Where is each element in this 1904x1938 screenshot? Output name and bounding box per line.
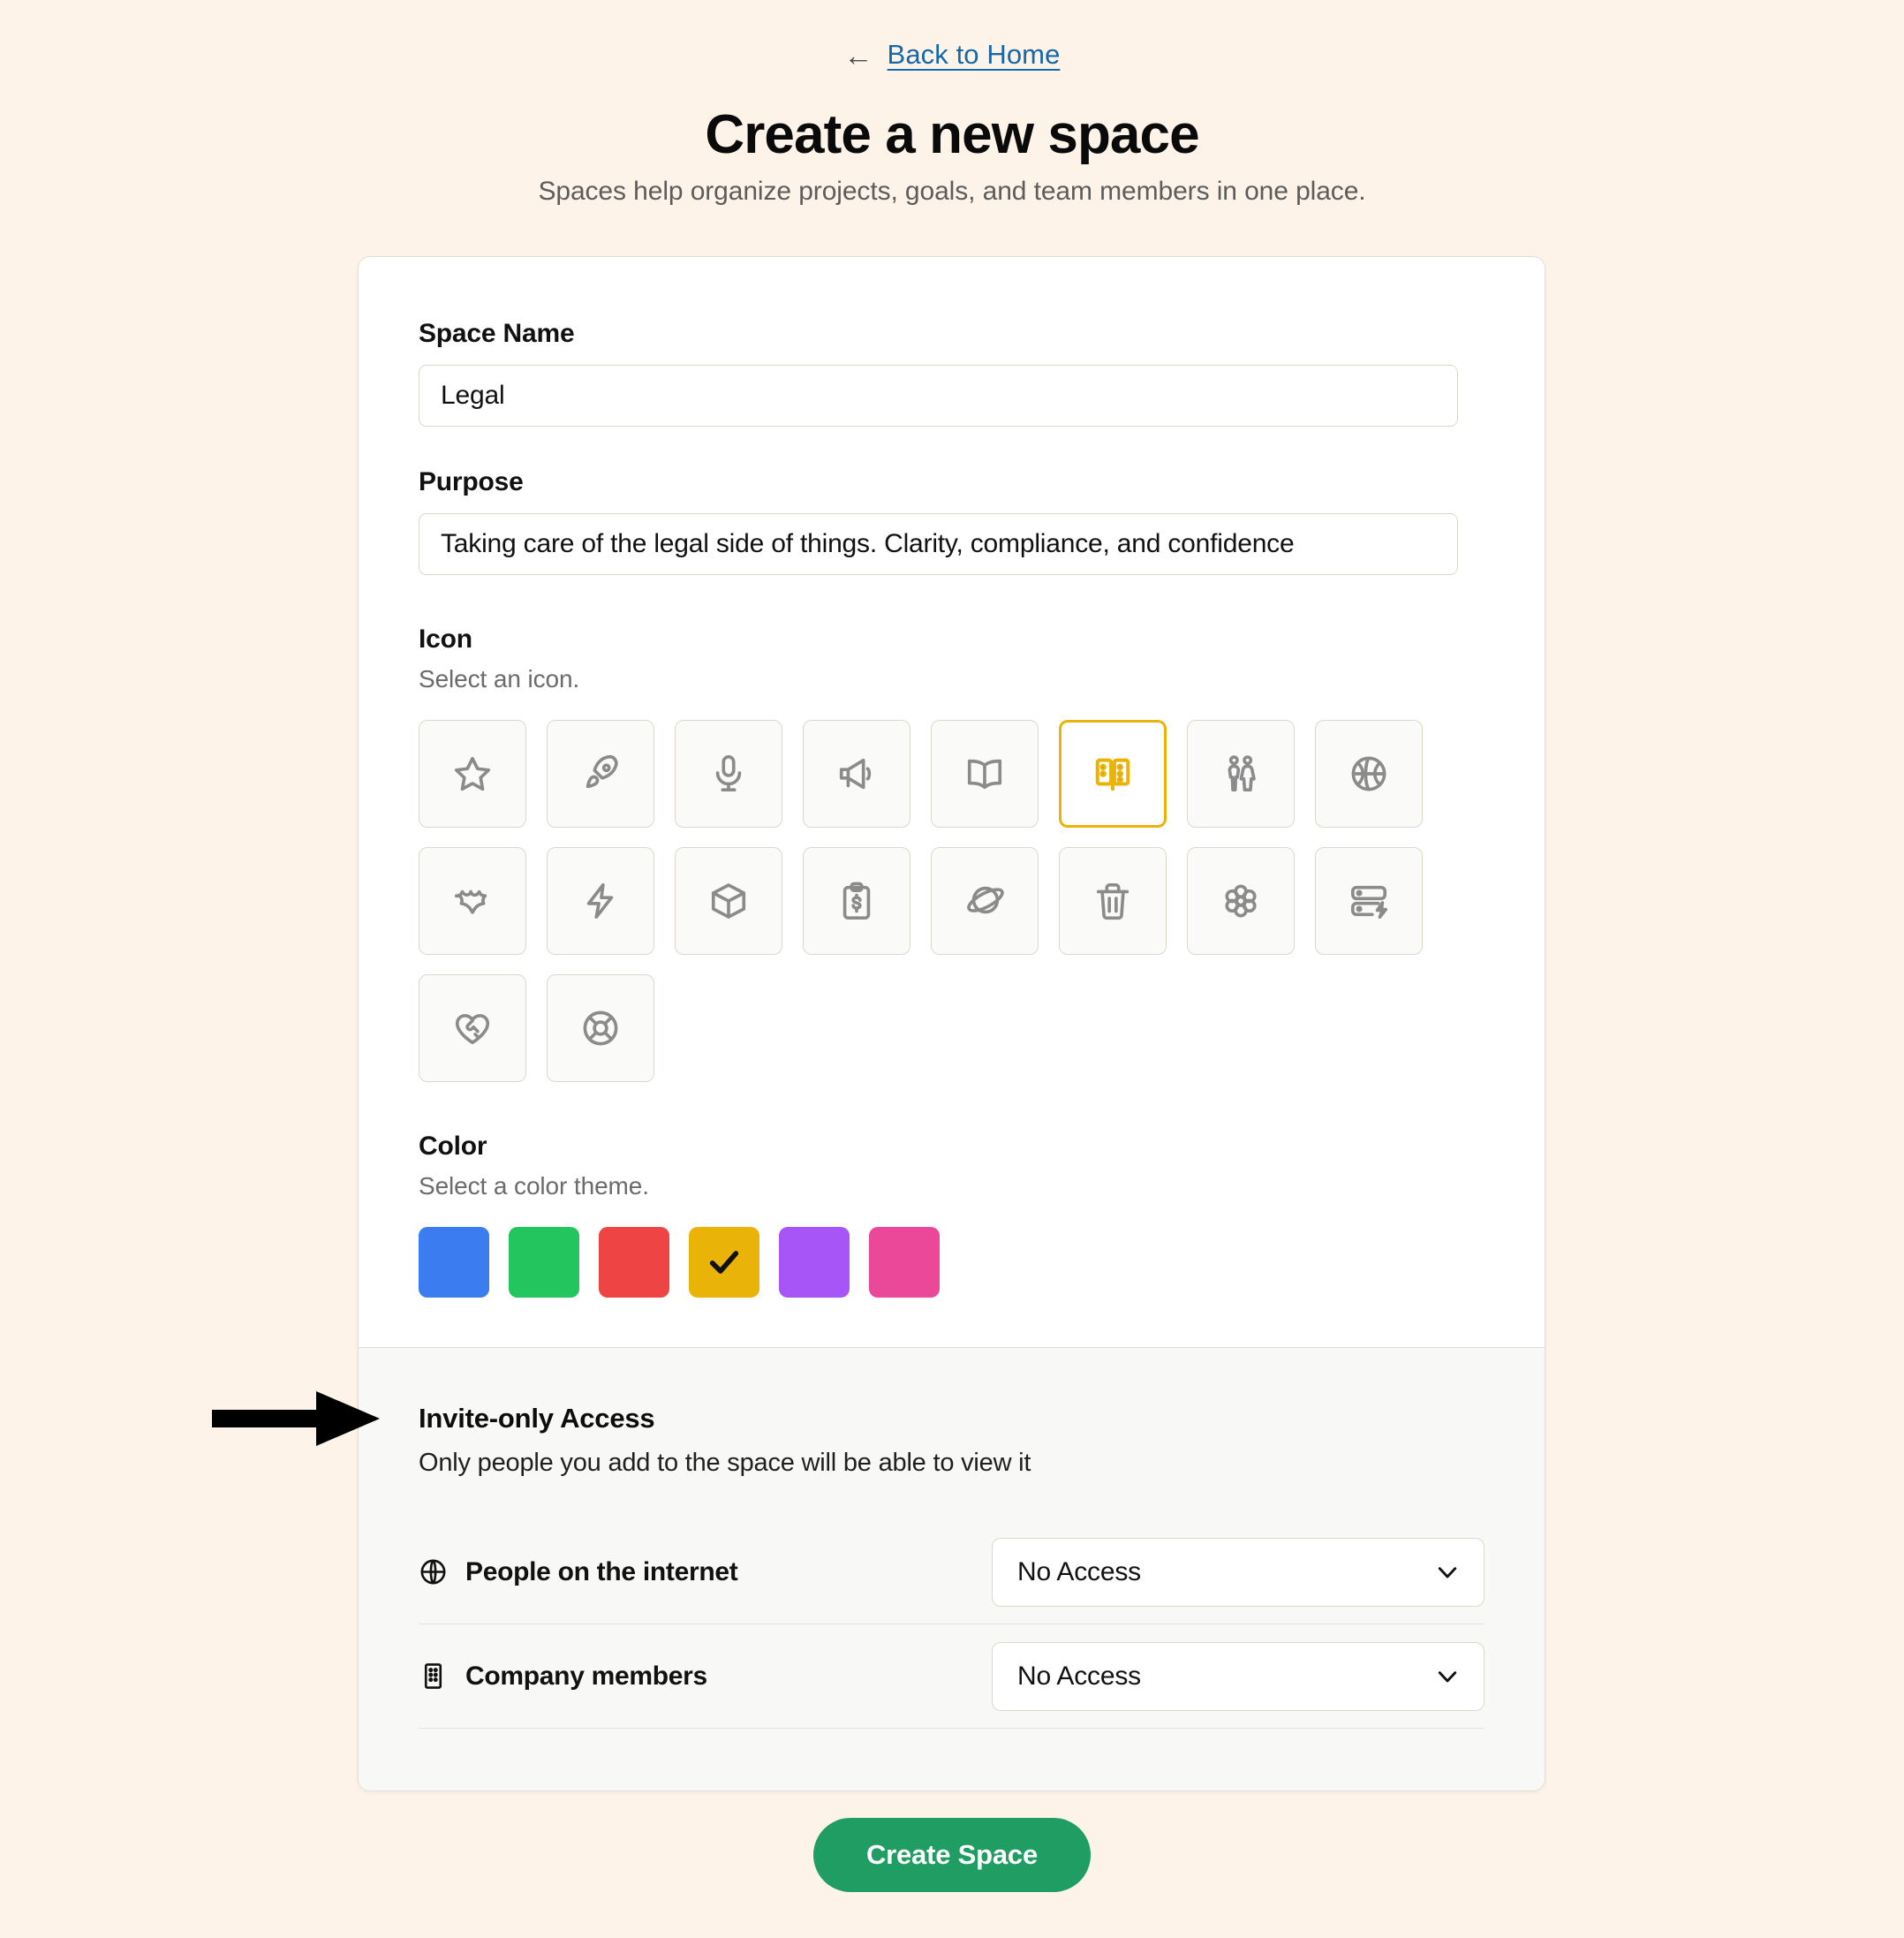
access-row-1: People on the internet No Access: [419, 1520, 1485, 1624]
cube-icon: [711, 883, 746, 919]
space-name-label: Space Name: [419, 319, 575, 348]
book-dashed-icon: [1095, 758, 1130, 791]
book-open-icon: [967, 759, 1002, 790]
color-section: Color Select a color theme.: [419, 1132, 1485, 1298]
color-swatch-red[interactable]: [599, 1227, 669, 1298]
purpose-label: Purpose: [419, 467, 524, 496]
lifebuoy-icon: [583, 1011, 618, 1046]
create-space-page: ← Back to Home Create a new space Spaces…: [0, 0, 1904, 1938]
icon-option-clipboard-dollar[interactable]: [803, 847, 910, 955]
access-rows: People on the internet No Access Company m…: [419, 1520, 1485, 1729]
access-row-2: Company members No Access: [419, 1624, 1485, 1729]
icon-option-restroom-people[interactable]: [1187, 720, 1295, 828]
create-space-card: Space Name Legal Purpose Taking care of …: [358, 256, 1545, 1791]
color-swatch-purple[interactable]: [779, 1227, 850, 1298]
access-level-select-2[interactable]: No Access: [992, 1641, 1485, 1711]
card-top-section: Space Name Legal Purpose Taking care of …: [359, 257, 1545, 1347]
icon-option-trash[interactable]: [1059, 847, 1167, 955]
space-name-input[interactable]: Legal: [419, 365, 1458, 427]
chevron-down-icon: [1438, 1670, 1457, 1682]
chevron-down-icon: [1438, 1566, 1457, 1578]
purpose-field-group: Purpose Taking care of the legal side of…: [419, 467, 1485, 575]
access-level-select-1[interactable]: No Access: [992, 1537, 1485, 1607]
icon-option-megaphone[interactable]: [803, 720, 910, 828]
icon-section-title: Icon: [419, 625, 472, 654]
page-title: Create a new space: [705, 104, 1199, 165]
building-icon: [424, 1663, 442, 1689]
trash-icon: [1096, 882, 1130, 920]
clipboard-dollar-icon: [842, 882, 871, 920]
flower-icon: [1225, 884, 1257, 918]
icon-option-basketball[interactable]: [1315, 720, 1423, 828]
icon-option-star[interactable]: [419, 720, 526, 828]
heart-handshake-icon: [455, 1013, 490, 1045]
pointer-arrow: [212, 1391, 380, 1446]
microphone-icon: [715, 755, 742, 792]
icon-section: Icon Select an icon.: [419, 625, 1485, 1082]
arrow-left-icon: ←: [843, 38, 873, 72]
access-row-label: People on the internet: [465, 1556, 738, 1586]
back-to-home-link[interactable]: ← Back to Home: [0, 39, 1904, 71]
icon-grid: [419, 720, 1485, 1082]
submit-row: Create Space: [0, 1818, 1904, 1892]
icon-option-lightning-bolt[interactable]: [547, 847, 654, 955]
icon-option-book-dashed[interactable]: [1059, 720, 1167, 828]
bat-icon: [454, 890, 487, 914]
color-section-title: Color: [419, 1132, 487, 1161]
color-swatch-green[interactable]: [509, 1227, 579, 1298]
create-space-button[interactable]: Create Space: [812, 1818, 1092, 1892]
icon-option-book-open[interactable]: [931, 720, 1039, 828]
icon-option-flower[interactable]: [1187, 847, 1295, 955]
star-icon: [454, 756, 491, 791]
back-to-home-label[interactable]: Back to Home: [888, 39, 1061, 71]
icon-section-description: Select an icon.: [419, 665, 580, 693]
lightning-bolt-icon: [586, 882, 614, 920]
color-swatch-blue[interactable]: [419, 1227, 489, 1298]
access-description: Only people you add to the space will be…: [419, 1449, 1031, 1477]
color-section-description: Select a color theme.: [419, 1172, 649, 1200]
access-row-label-group: Company members: [419, 1662, 992, 1692]
rocket-icon: [586, 754, 618, 789]
icon-option-heart-handshake[interactable]: [419, 974, 526, 1082]
icon-option-lifebuoy[interactable]: [547, 974, 654, 1082]
globe-icon: [420, 1559, 446, 1585]
purpose-input[interactable]: Taking care of the legal side of things.…: [419, 513, 1458, 575]
access-section: Invite-only Access Only people you add t…: [359, 1347, 1545, 1790]
space-name-field-group: Space Name Legal: [419, 319, 1485, 427]
icon-option-rocket[interactable]: [547, 720, 654, 828]
access-level-value: No Access: [1017, 1556, 1141, 1586]
access-title: Invite-only Access: [419, 1403, 655, 1434]
access-level-value: No Access: [1017, 1661, 1141, 1691]
megaphone-icon: [839, 758, 872, 790]
planet-icon: [967, 886, 1004, 914]
icon-option-microphone[interactable]: [675, 720, 782, 828]
color-swatch-pink[interactable]: [869, 1227, 940, 1298]
icon-option-planet[interactable]: [931, 847, 1039, 955]
color-swatch-amber[interactable]: [689, 1227, 759, 1298]
access-row-label-group: People on the internet: [419, 1557, 992, 1587]
icon-option-server-bolt[interactable]: [1315, 847, 1423, 955]
check-icon: [709, 1251, 739, 1274]
basketball-icon: [1351, 756, 1386, 791]
icon-option-bat[interactable]: [419, 847, 526, 955]
icon-option-cube[interactable]: [675, 847, 782, 955]
server-bolt-icon: [1350, 885, 1387, 920]
access-row-label: Company members: [465, 1661, 707, 1691]
restroom-people-icon: [1228, 755, 1256, 792]
page-subtitle: Spaces help organize projects, goals, an…: [538, 177, 1366, 206]
color-swatch-row: [419, 1227, 1485, 1298]
